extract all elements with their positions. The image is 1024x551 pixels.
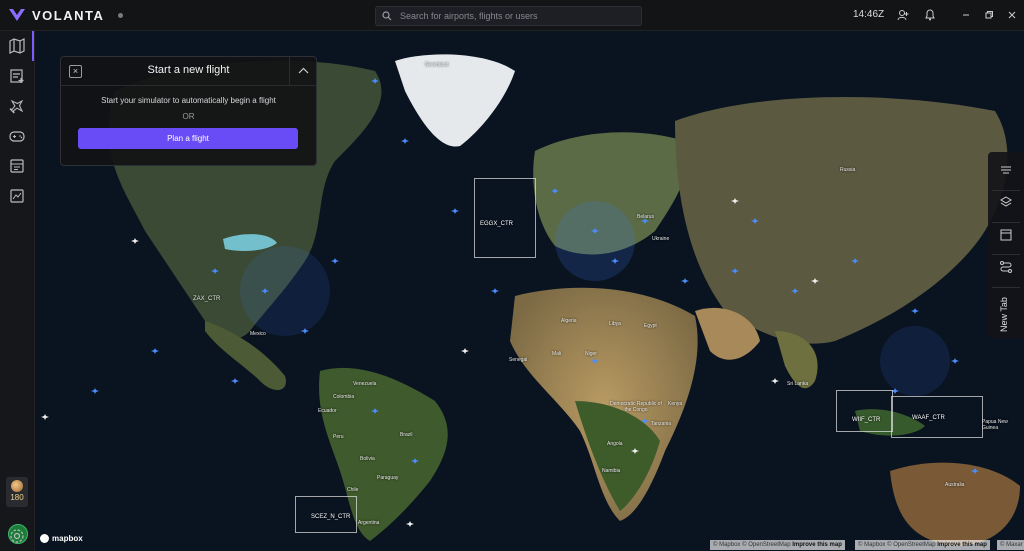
brand: VOLANTA bbox=[8, 8, 368, 23]
chevron-up-icon bbox=[298, 67, 309, 74]
friends-icon[interactable] bbox=[896, 8, 910, 22]
user-level: 180 bbox=[10, 493, 24, 502]
window-icon[interactable] bbox=[999, 228, 1013, 242]
user-avatar bbox=[11, 480, 23, 492]
label-russia: Russia bbox=[840, 167, 856, 173]
label-peru: Peru bbox=[333, 434, 344, 440]
label-paraguay: Paraguay bbox=[377, 475, 399, 481]
new-tab-label: New Tab bbox=[999, 297, 1009, 332]
label-sri-lanka: Sri Lanka bbox=[787, 381, 809, 387]
notifications-bell-icon[interactable] bbox=[923, 8, 937, 22]
label-bolivia: Bolivia bbox=[360, 456, 375, 462]
mapbox-logo-text: mapbox bbox=[52, 534, 83, 543]
mapbox-logo-icon bbox=[40, 534, 49, 543]
label-australia: Australia bbox=[945, 482, 965, 488]
label-mali: Mali bbox=[552, 351, 562, 357]
volanta-logo-icon bbox=[9, 9, 25, 21]
layers-icon[interactable] bbox=[999, 195, 1013, 209]
label-angola: Angola bbox=[607, 441, 623, 447]
panel-description: Start your simulator to automatically be… bbox=[101, 96, 276, 105]
map-icon[interactable] bbox=[8, 37, 26, 55]
label-ecuador: Ecuador bbox=[318, 408, 337, 414]
route-icon[interactable] bbox=[999, 260, 1013, 274]
minimize-button[interactable] bbox=[959, 8, 973, 22]
title-bar: VOLANTA 14:46Z bbox=[0, 0, 1024, 31]
attribution-text: © Mapbox © OpenStreetMap bbox=[713, 542, 791, 548]
label-brazil: Brazil bbox=[400, 432, 413, 438]
label-papua-new-guinea: Papua New Guinea bbox=[982, 419, 1008, 431]
label-niger: Niger bbox=[585, 351, 597, 357]
sector-label-zax[interactable]: ZAX_CTR bbox=[193, 296, 220, 302]
left-sidebar: 180 bbox=[0, 31, 35, 551]
label-chile: Chile bbox=[347, 487, 359, 493]
settings-gear-icon[interactable] bbox=[8, 527, 26, 545]
label-algeria: Algeria bbox=[561, 318, 577, 324]
panel-header: × Start a new flight bbox=[61, 57, 316, 86]
sector-label: WAAF_CTR bbox=[912, 415, 945, 421]
label-libya: Libya bbox=[609, 321, 621, 327]
label-belarus: Belarus bbox=[637, 214, 654, 220]
plan-flight-button[interactable]: Plan a flight bbox=[78, 128, 298, 149]
mapbox-logo[interactable]: mapbox bbox=[40, 534, 83, 543]
filter-icon[interactable] bbox=[999, 164, 1013, 178]
logbook-icon[interactable] bbox=[8, 157, 26, 175]
sector-wiif[interactable]: WIIF_CTR bbox=[836, 390, 893, 432]
search-input[interactable] bbox=[398, 10, 632, 22]
improve-map-link[interactable]: Improve this map bbox=[792, 542, 842, 548]
sidebar-active-indicator bbox=[32, 31, 34, 61]
map-tools-rail: New Tab bbox=[988, 152, 1024, 338]
label-egypt: Egypt bbox=[644, 323, 657, 329]
connection-status-dot bbox=[118, 12, 124, 18]
flights-plane-icon[interactable] bbox=[8, 97, 26, 115]
sector-scez[interactable]: SCEZ_N_CTR bbox=[295, 496, 357, 533]
improve-map-link[interactable]: Improve this map bbox=[937, 542, 987, 548]
label-greenland: Greenland bbox=[425, 62, 449, 68]
app-name: VOLANTA bbox=[32, 7, 105, 23]
sector-waaf[interactable]: WAAF_CTR bbox=[891, 396, 983, 438]
search-icon bbox=[382, 11, 392, 21]
planner-icon[interactable] bbox=[8, 67, 26, 85]
sector-label: WIIF_CTR bbox=[852, 417, 881, 423]
utc-clock: 14:46Z bbox=[853, 9, 885, 20]
label-mexico: Mexico bbox=[250, 331, 266, 337]
collapse-panel-button[interactable] bbox=[289, 57, 317, 85]
label-venezuela: Venezuela bbox=[353, 381, 377, 387]
sector-label: SCEZ_N_CTR bbox=[311, 514, 351, 520]
label-argentina: Argentina bbox=[358, 520, 380, 526]
map-attribution-3: © Maxar bbox=[997, 540, 1024, 550]
panel-title: Start a new flight bbox=[147, 64, 230, 76]
user-profile-button[interactable]: 180 bbox=[6, 477, 28, 507]
statistics-icon[interactable] bbox=[8, 187, 26, 205]
maximize-button[interactable] bbox=[982, 8, 996, 22]
sector-label: EGGX_CTR bbox=[480, 221, 514, 227]
new-tab-button[interactable]: New Tab bbox=[991, 297, 1021, 336]
search-bar[interactable] bbox=[375, 6, 642, 26]
attribution-text: © Mapbox © OpenStreetMap bbox=[858, 542, 936, 548]
label-ukraine: Ukraine bbox=[652, 236, 670, 242]
label-drc: Democratic Republic of the Congo bbox=[610, 401, 662, 413]
start-flight-panel: × Start a new flight Start your simulato… bbox=[60, 56, 317, 166]
sector-eggx[interactable]: EGGX_CTR bbox=[474, 178, 536, 258]
map-attribution-2: © Mapbox © OpenStreetMap Improve this ma… bbox=[855, 540, 990, 550]
simulator-gamepad-icon[interactable] bbox=[8, 127, 26, 145]
label-namibia: Namibia bbox=[602, 468, 621, 474]
label-senegal: Senegal bbox=[509, 357, 528, 363]
label-tanzania: Tanzania bbox=[651, 421, 672, 427]
map-attribution-1: © Mapbox © OpenStreetMap Improve this ma… bbox=[710, 540, 845, 550]
close-window-button[interactable] bbox=[1005, 8, 1019, 22]
label-colombia: Colombia bbox=[333, 394, 355, 400]
attribution-text: © Maxar bbox=[1000, 542, 1023, 548]
label-kenya: Kenya bbox=[668, 401, 683, 407]
panel-or-divider: OR bbox=[182, 112, 195, 121]
